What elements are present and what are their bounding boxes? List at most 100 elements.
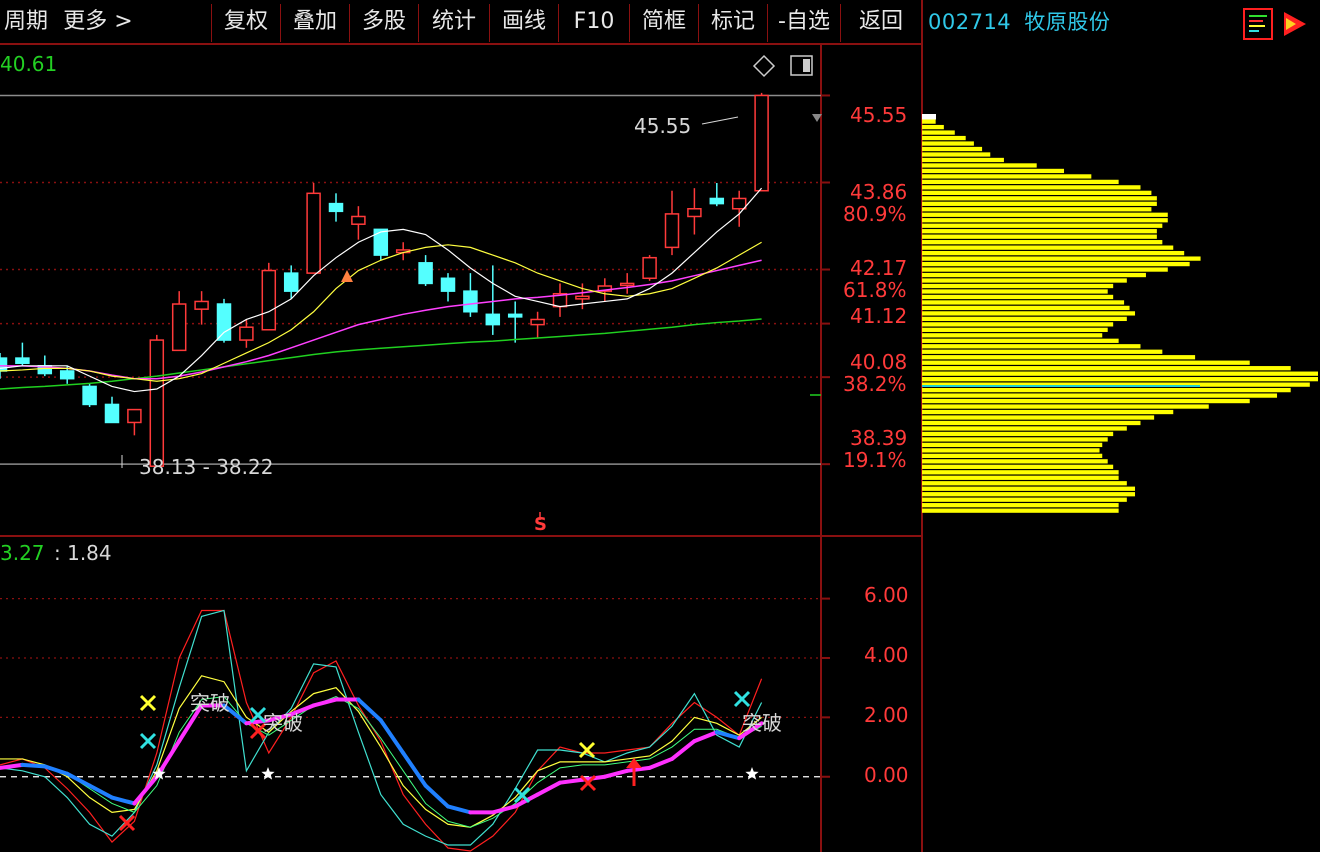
indicator-main-segment [20, 762, 47, 769]
volume-profile-bar [922, 135, 966, 141]
indicator-main-segment [625, 765, 652, 773]
indicator-main-segment [423, 783, 450, 809]
price-axis-pct: 19.1% [843, 448, 907, 472]
candle-body [283, 272, 299, 292]
volume-profile-bar [922, 190, 1152, 195]
volume-profile-bar [922, 245, 1174, 250]
volume-profile-bar [922, 316, 1127, 322]
volume-profile-bar [922, 174, 1092, 179]
high-price-annotation: 45.55 [634, 114, 692, 138]
volume-profile-bar [922, 179, 1119, 185]
volume-profile-bar [922, 250, 1185, 256]
indicator-main-segment [647, 756, 674, 770]
price-axis-label: 38.39 [850, 426, 908, 450]
volume-profile-bar [922, 300, 1125, 305]
zero-star-icon [745, 767, 759, 780]
volume-profile-bar [922, 289, 1108, 294]
volume-profile-bar [922, 442, 1103, 448]
indicator-main-segment [558, 777, 585, 785]
indicator-red-line [0, 609, 763, 852]
indicator-main-segment [311, 697, 338, 708]
indicator-main-segment [535, 780, 562, 797]
volume-profile-bar [922, 152, 991, 157]
volume-profile-bar [922, 207, 1152, 212]
volume-profile-bar [922, 294, 1114, 300]
candle-body [575, 295, 590, 300]
volume-profile-bar [922, 464, 1114, 469]
volume-profile-bar [922, 305, 1130, 311]
low-price-annotation: 38.13 - 38.22 [139, 455, 274, 479]
candle-body [507, 313, 523, 318]
volume-profile-bar [922, 229, 1157, 234]
indicator-axis-label: 6.00 [864, 583, 909, 607]
volume-profile-bar [922, 409, 1174, 415]
volume-profile-bar [922, 196, 1157, 201]
volume-profile-bar [922, 393, 1278, 398]
volume-profile-bar [922, 185, 1141, 190]
candle-body [463, 290, 478, 313]
volume-profile-bar [922, 360, 1250, 365]
volume-profile-bar [922, 168, 1065, 174]
candle-body [149, 339, 165, 467]
volume-profile-bar [922, 459, 1108, 464]
volume-profile-bar [922, 223, 1163, 228]
price-axis-label: 42.17 [850, 256, 908, 280]
price-axis-pct: 61.8% [843, 278, 907, 302]
volume-profile-bar [922, 470, 1119, 475]
signal-arrow-icon [626, 758, 642, 768]
indicator-main-segment [42, 764, 70, 776]
price-axis-pct: 38.2% [843, 372, 907, 396]
volume-profile-bar [922, 240, 1163, 245]
volume-profile-bar [922, 124, 944, 130]
diamond-icon [752, 54, 776, 78]
candle-body [0, 357, 8, 372]
candle-body [15, 357, 30, 364]
indicator-main-segment [602, 768, 630, 779]
candle-body [687, 208, 702, 218]
candle-body [127, 408, 142, 424]
volume-profile-bar [922, 508, 1119, 513]
volume-profile-bar [922, 420, 1141, 426]
candle-body [194, 300, 209, 310]
volume-profile-bar [922, 437, 1108, 442]
volume-profile-bar [922, 398, 1250, 404]
candle-body [642, 256, 657, 280]
ma60-line [0, 318, 762, 390]
indicator-main-segment [692, 730, 719, 744]
volume-profile-bar [922, 492, 1136, 497]
volume-profile-bar [922, 338, 1119, 343]
volume-profile-bar [922, 234, 1157, 239]
volume-profile-bar [922, 261, 1190, 267]
candle-body [664, 213, 680, 249]
volume-profile-bar [922, 146, 983, 152]
volume-profile-bar [922, 218, 1168, 223]
volume-profile-bar [922, 256, 1201, 261]
candle-body [216, 303, 232, 341]
breakout-signal-label: 突破 [190, 691, 230, 715]
volume-profile-bar [922, 415, 1155, 420]
volume-profile-bar [922, 278, 1127, 283]
current-value: 40.61 [0, 52, 58, 76]
volume-profile-bar [922, 431, 1114, 437]
signal-s-mark: S [534, 514, 547, 535]
indicator-axis-label: 2.00 [864, 703, 909, 727]
candle-body [619, 282, 635, 287]
indicator-main-segment [446, 804, 473, 815]
volume-profile-bar [922, 486, 1136, 491]
candle-body [171, 303, 187, 352]
high-annotation-line [701, 116, 739, 125]
candle-body [82, 385, 97, 406]
volume-profile-bar [922, 212, 1168, 217]
candle-body [418, 262, 433, 285]
volume-profile-bar [922, 355, 1196, 360]
volume-profile-bar [922, 130, 955, 135]
volume-profile-bar [922, 267, 1168, 272]
candle-body [440, 277, 456, 292]
panel-toggle-icon-fill [803, 59, 810, 72]
price-axis-label: 41.12 [850, 304, 908, 328]
indicator-axis-label: 4.00 [864, 643, 909, 667]
volume-profile-bar [922, 141, 974, 146]
volume-profile-bar [922, 481, 1127, 486]
volume-profile-bar [922, 377, 1318, 382]
indicator-value-1: 3.27 [0, 541, 45, 565]
